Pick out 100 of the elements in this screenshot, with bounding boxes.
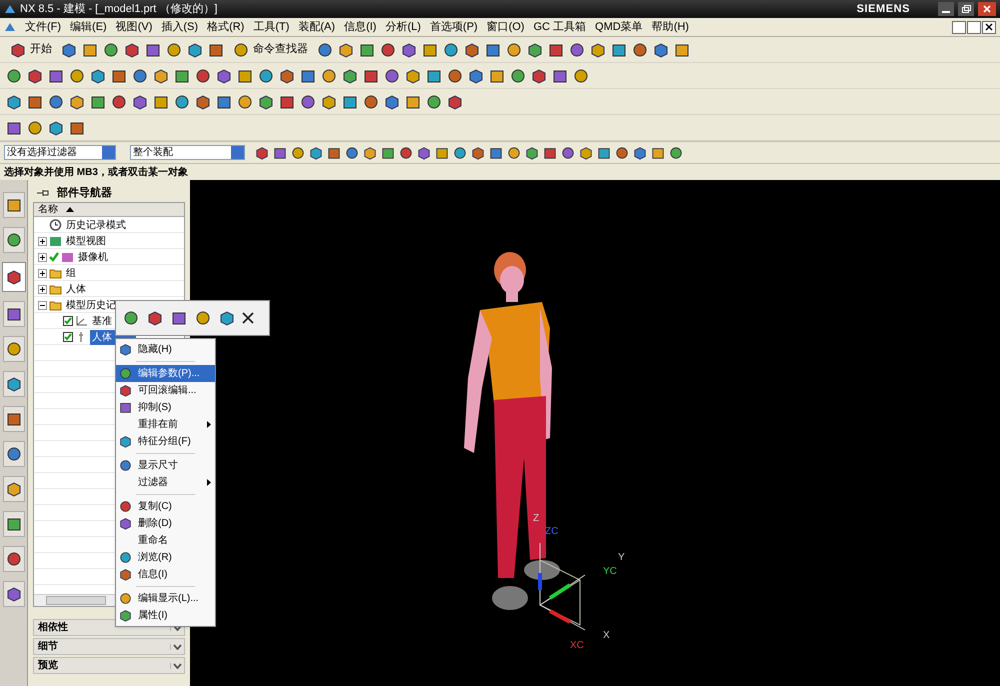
tool-icon[interactable] <box>363 144 377 160</box>
tool-icon[interactable] <box>527 42 543 58</box>
tool-icon[interactable] <box>69 120 85 136</box>
tool-icon[interactable] <box>447 68 463 84</box>
tool-icon[interactable] <box>405 94 421 110</box>
tool-icon[interactable] <box>82 42 98 58</box>
tool-icon[interactable] <box>342 94 358 110</box>
close-button[interactable] <box>982 20 996 34</box>
tool-icon[interactable] <box>405 68 421 84</box>
tool-icon[interactable] <box>103 42 119 58</box>
tool-icon[interactable] <box>569 42 585 58</box>
tool-icon[interactable] <box>321 94 337 110</box>
tool-icon[interactable] <box>216 94 232 110</box>
resource-tab[interactable] <box>2 476 24 502</box>
tool-icon[interactable] <box>122 310 140 326</box>
tool-icon[interactable] <box>90 68 106 84</box>
resource-tab[interactable] <box>2 581 24 607</box>
tool-icon[interactable] <box>90 94 106 110</box>
tool-icon[interactable] <box>669 144 683 160</box>
tool-icon[interactable] <box>426 94 442 110</box>
tool-icon[interactable] <box>48 120 64 136</box>
tool-icon[interactable] <box>170 310 188 326</box>
tool-icon[interactable] <box>111 94 127 110</box>
tree-item[interactable]: 摄像机 <box>76 250 110 264</box>
tool-icon[interactable] <box>399 144 413 160</box>
start-button[interactable]: 开始 <box>6 41 56 58</box>
tool-icon[interactable] <box>48 94 64 110</box>
tool-icon[interactable] <box>342 68 358 84</box>
tool-icon[interactable] <box>525 144 539 160</box>
tool-icon[interactable] <box>69 68 85 84</box>
tool-icon[interactable] <box>166 42 182 58</box>
resource-tab[interactable] <box>2 301 24 327</box>
restore-button[interactable] <box>958 2 974 16</box>
menu-item[interactable]: 首选项(P) <box>430 18 478 36</box>
menu-item[interactable]: 编辑(E) <box>70 18 107 36</box>
tool-icon[interactable] <box>195 68 211 84</box>
checkmark-icon[interactable] <box>49 252 59 262</box>
tool-icon[interactable] <box>507 144 521 160</box>
tool-icon[interactable] <box>590 42 606 58</box>
tool-icon[interactable] <box>464 42 480 58</box>
menu-item[interactable]: 信息(I) <box>344 18 376 36</box>
tool-icon[interactable] <box>380 42 396 58</box>
resource-tab[interactable] <box>2 546 24 572</box>
menu-item[interactable]: QMD菜单 <box>595 18 643 36</box>
tool-icon[interactable] <box>447 94 463 110</box>
expand-toggle[interactable] <box>38 268 47 278</box>
expand-toggle[interactable] <box>38 284 47 294</box>
tool-icon[interactable] <box>506 42 522 58</box>
tool-icon[interactable] <box>255 144 269 160</box>
resource-tab[interactable] <box>2 227 24 253</box>
tool-icon[interactable] <box>69 94 85 110</box>
tool-icon[interactable] <box>615 144 629 160</box>
resource-tab[interactable] <box>2 371 24 397</box>
collapsible-panel[interactable]: 细节 <box>33 638 185 655</box>
menu-item[interactable]: 编辑参数(P)... <box>116 365 215 382</box>
tool-icon[interactable] <box>579 144 593 160</box>
tool-icon[interactable] <box>6 94 22 110</box>
tool-icon[interactable] <box>153 68 169 84</box>
tool-icon[interactable] <box>338 42 354 58</box>
tool-icon[interactable] <box>132 68 148 84</box>
tool-icon[interactable] <box>552 68 568 84</box>
tool-icon[interactable] <box>384 68 400 84</box>
menu-item[interactable]: 工具(T) <box>253 18 290 36</box>
tool-icon[interactable] <box>489 68 505 84</box>
tool-icon[interactable] <box>27 94 43 110</box>
resource-tab[interactable] <box>2 336 24 362</box>
menu-item[interactable]: 格式(R) <box>207 18 244 36</box>
menu-item[interactable]: 视图(V) <box>116 18 152 36</box>
tree-item[interactable]: 模型视图 <box>64 234 108 248</box>
menu-item[interactable]: 帮助(H) <box>652 18 689 36</box>
tool-icon[interactable] <box>194 310 212 326</box>
tool-icon[interactable] <box>468 68 484 84</box>
resource-tab[interactable] <box>2 511 24 537</box>
collapsible-panel[interactable]: 预览 <box>33 657 185 674</box>
tool-icon[interactable] <box>309 144 323 160</box>
tool-icon[interactable] <box>174 94 190 110</box>
tool-icon[interactable] <box>471 144 485 160</box>
tool-icon[interactable] <box>6 68 22 84</box>
resource-tab[interactable] <box>2 262 26 292</box>
column-header[interactable]: 名称 <box>34 203 184 217</box>
tool-icon[interactable] <box>345 144 359 160</box>
menu-item[interactable]: GC 工具箱 <box>533 18 586 36</box>
menu-item[interactable]: 装配(A) <box>298 18 336 36</box>
tool-icon[interactable] <box>61 42 77 58</box>
checkbox[interactable] <box>63 316 73 326</box>
tool-icon[interactable] <box>317 42 333 58</box>
close-icon[interactable] <box>242 312 254 324</box>
expand-toggle[interactable] <box>38 252 47 262</box>
tool-icon[interactable] <box>422 42 438 58</box>
tool-icon[interactable] <box>153 94 169 110</box>
tool-icon[interactable] <box>548 42 564 58</box>
tool-icon[interactable] <box>674 42 690 58</box>
minimize-button[interactable] <box>952 20 966 34</box>
tool-icon[interactable] <box>384 94 400 110</box>
tool-icon[interactable] <box>611 42 627 58</box>
menu-item[interactable]: 插入(S) <box>161 18 198 36</box>
expand-toggle[interactable] <box>38 236 47 246</box>
tool-icon[interactable] <box>195 94 211 110</box>
tool-icon[interactable] <box>453 144 467 160</box>
tool-icon[interactable] <box>174 68 190 84</box>
